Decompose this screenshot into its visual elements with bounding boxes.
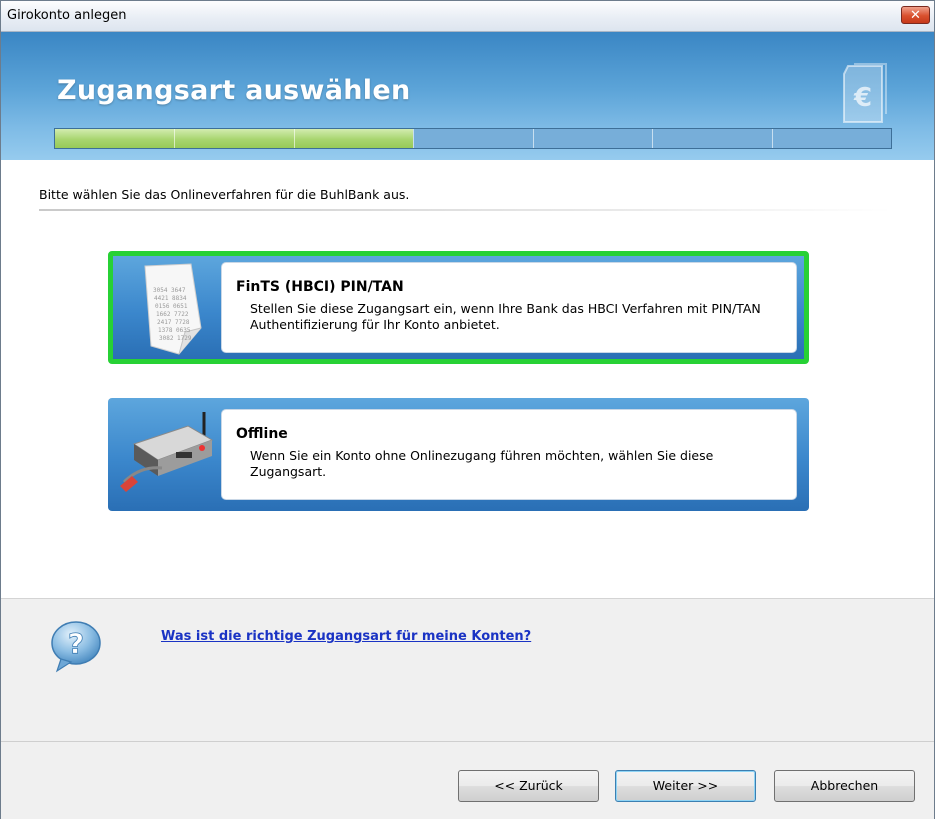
svg-text:4421 8834: 4421 8834 [154,295,187,302]
instruction-text: Bitte wählen Sie das Onlineverfahren für… [39,187,410,202]
option-description: Stellen Sie diese Zugangsart ein, wenn I… [250,301,761,332]
progress-segment-divider [533,129,534,148]
progress-segment-divider [174,129,175,148]
help-area: ? Was ist die richtige Zugangsart für me… [1,598,934,742]
svg-text:3054 3647: 3054 3647 [153,287,186,294]
option-title: Offline [236,426,288,442]
wizard-window: Girokonto anlegen ✕ Zugangsart auswählen… [0,0,935,819]
title-bar[interactable]: Girokonto anlegen ✕ [1,1,934,32]
header-banner: Zugangsart auswählen € [1,32,934,160]
svg-text:€: € [853,83,872,113]
option-content: FinTS (HBCI) PIN/TAN Stellen Sie diese Z… [221,262,797,353]
cancel-button[interactable]: Abbrechen [774,770,915,802]
option-content: Offline Wenn Sie ein Konto ohne Onlinezu… [221,409,797,500]
next-button[interactable]: Weiter >> [615,770,756,802]
svg-text:1378 0635: 1378 0635 [158,327,191,334]
svg-text:1662 7722: 1662 7722 [156,311,189,318]
svg-text:?: ? [68,627,84,660]
router-cable-icon [120,412,214,492]
close-icon: ✕ [910,8,921,23]
option-description: Wenn Sie ein Konto ohne Onlinezugang füh… [250,448,714,479]
progress-segment-divider [652,129,653,148]
button-bar: << Zurück Weiter >> Abbrechen [1,741,934,819]
progress-fill [55,129,414,148]
progress-segment-divider [294,129,295,148]
svg-text:2417 7728: 2417 7728 [157,319,190,326]
progress-segment-divider [772,129,773,148]
close-button[interactable]: ✕ [901,6,930,24]
svg-text:3082 1729: 3082 1729 [159,335,192,342]
tan-list-icon: 3054 3647 4421 8834 0156 0651 1662 7722 … [144,263,202,355]
wizard-progress-bar [54,128,892,149]
page-title: Zugangsart auswählen [57,75,411,106]
progress-segment-divider [413,129,414,148]
back-button[interactable]: << Zurück [458,770,599,802]
svg-text:0156 0651: 0156 0651 [155,303,188,310]
option-fints-pin-tan[interactable]: 3054 3647 4421 8834 0156 0651 1662 7722 … [108,251,809,364]
question-bubble-icon: ? [51,621,101,673]
window-title: Girokonto anlegen [7,8,127,23]
euro-document-icon: € [843,63,887,123]
option-offline[interactable]: Offline Wenn Sie ein Konto ohne Onlinezu… [108,398,809,511]
option-title: FinTS (HBCI) PIN/TAN [236,279,404,295]
divider [39,209,892,211]
help-link[interactable]: Was ist die richtige Zugangsart für mein… [161,629,531,644]
